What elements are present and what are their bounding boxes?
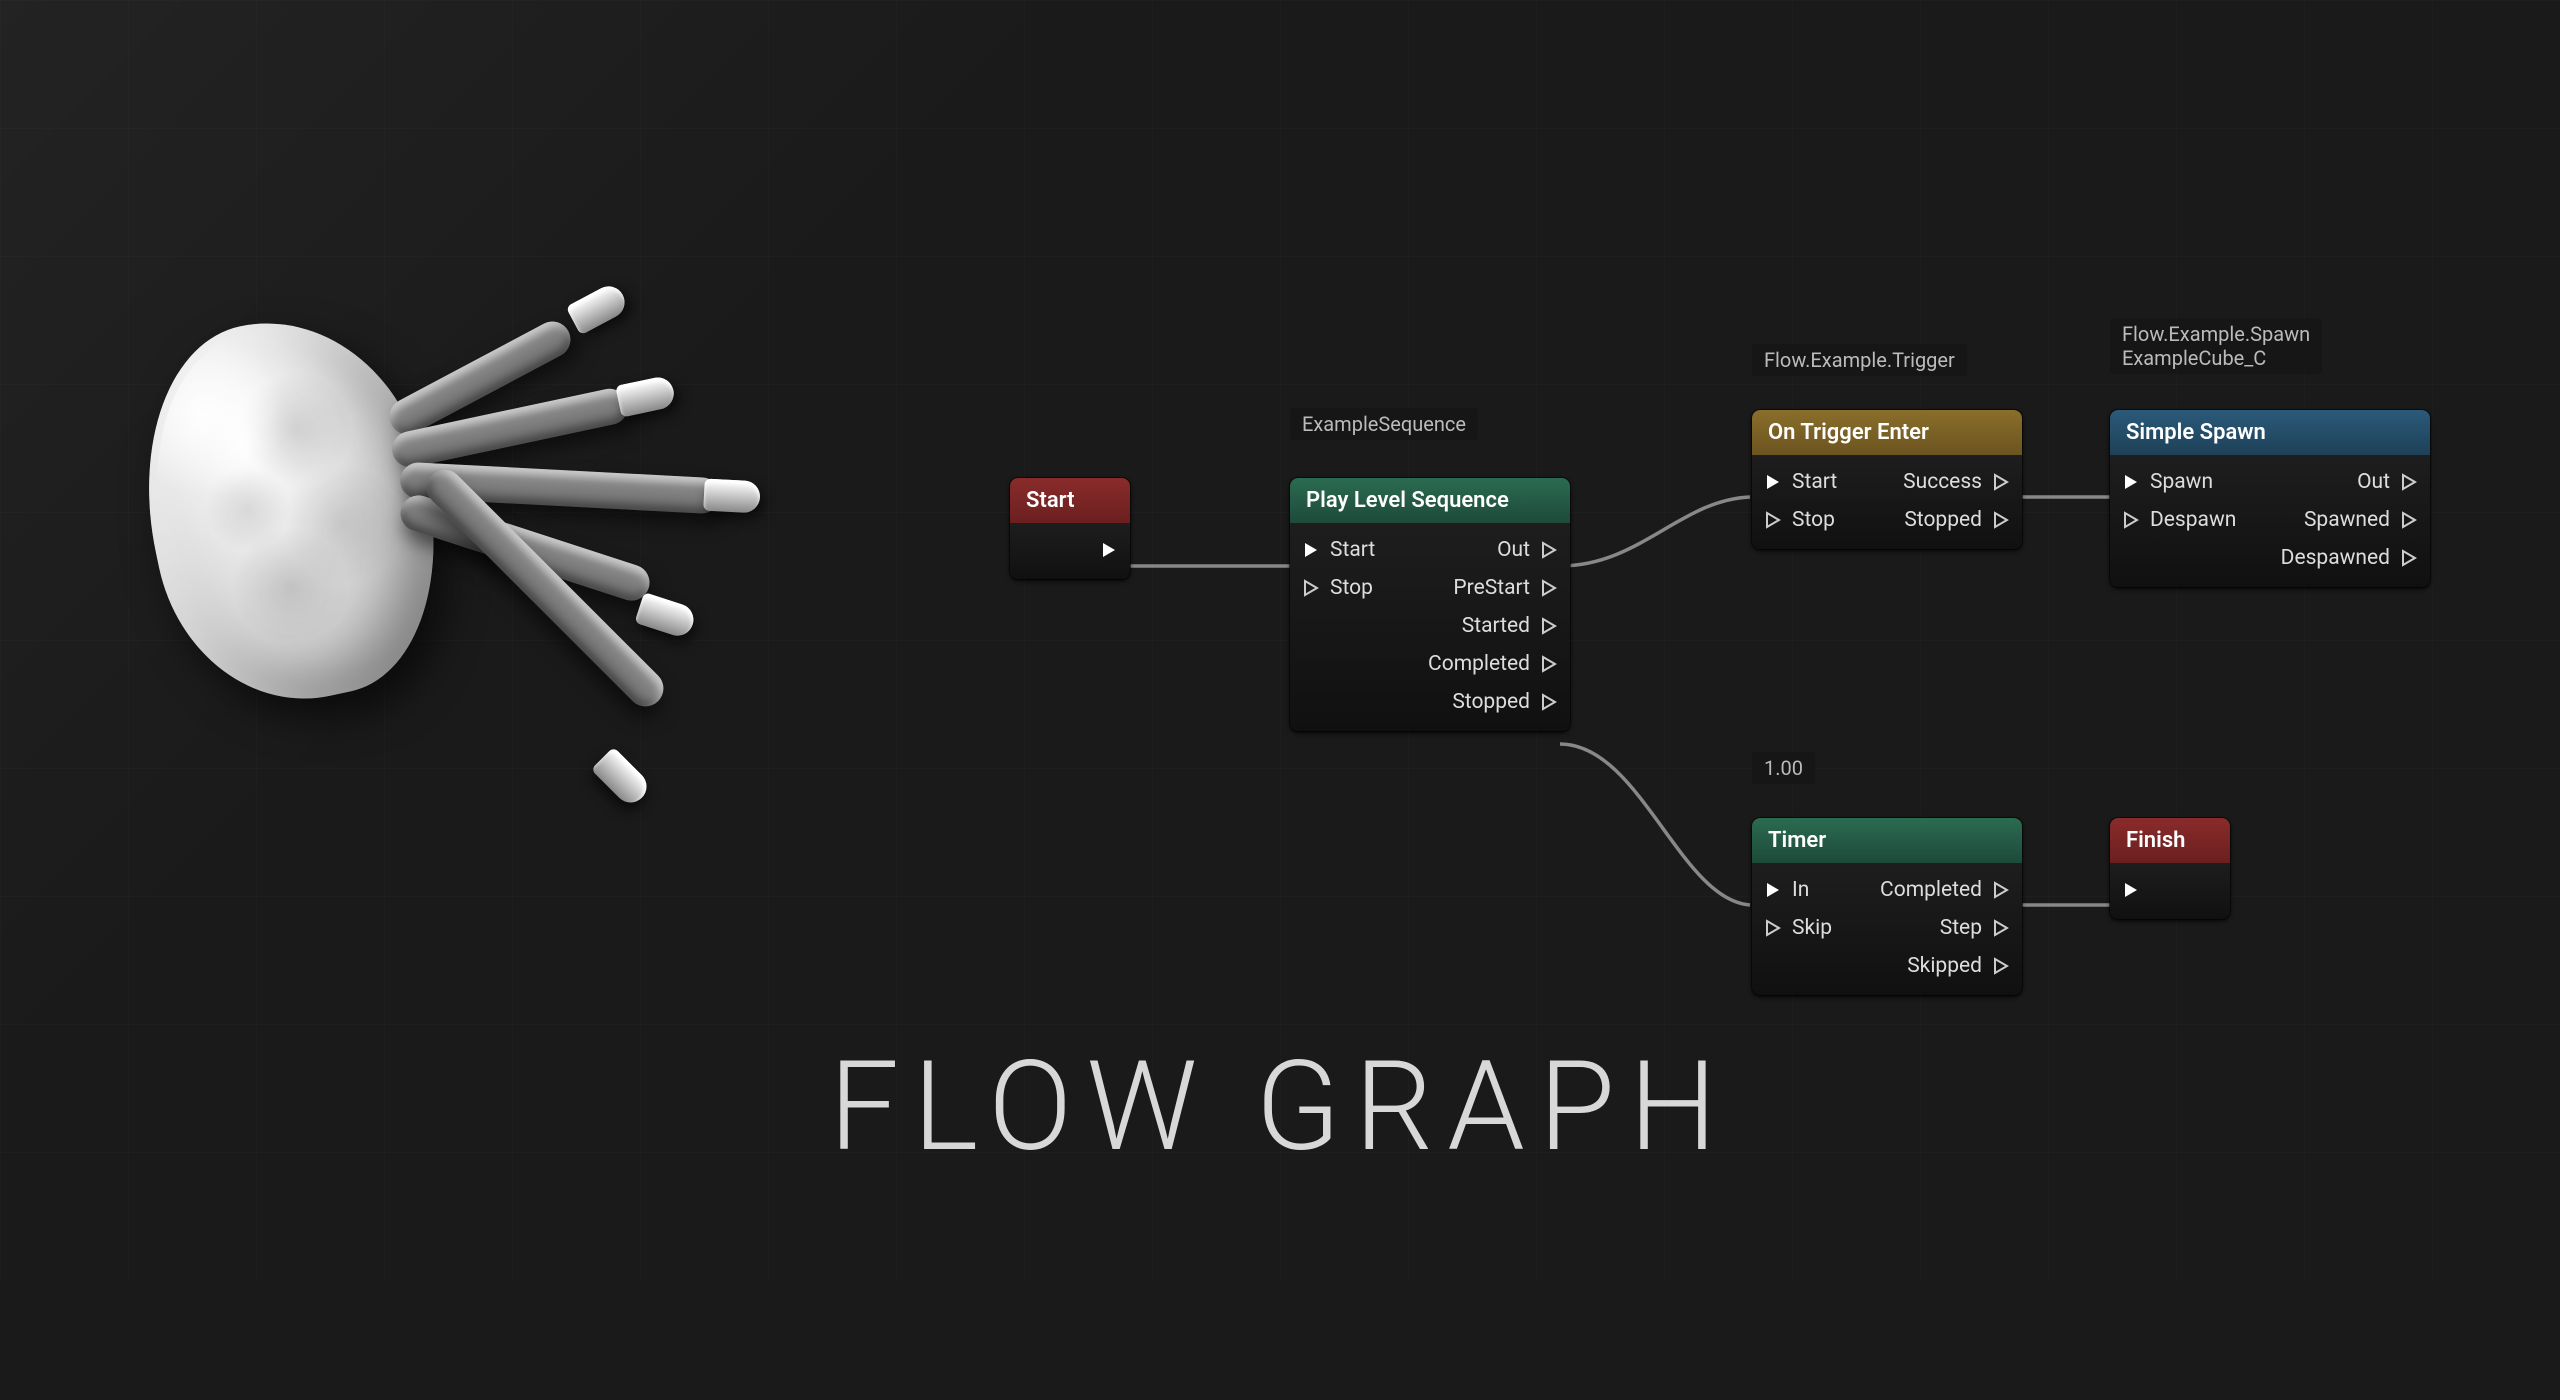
node-title: Finish <box>2110 818 2230 863</box>
play-icon <box>1764 473 1782 491</box>
input-pin-in[interactable]: In <box>1764 878 1809 902</box>
play-outline-icon <box>1992 919 2010 937</box>
play-outline-icon <box>1540 579 1558 597</box>
output-pin-stopped[interactable]: Stopped <box>1904 508 2010 532</box>
play-outline-icon <box>2122 511 2140 529</box>
output-pin-stopped[interactable]: Stopped <box>1452 690 1558 714</box>
input-pin-start[interactable]: Start <box>1302 538 1375 562</box>
background-shine <box>0 0 1400 1400</box>
play-outline-icon <box>1540 541 1558 559</box>
node-timer[interactable]: Timer In Completed Skip Step <box>1752 818 2022 995</box>
output-pin-out[interactable]: Out <box>2357 470 2418 494</box>
play-outline-icon <box>1992 957 2010 975</box>
play-outline-icon <box>1540 617 1558 635</box>
input-pin-stop[interactable]: Stop <box>1302 576 1373 600</box>
output-pin-prestart[interactable]: PreStart <box>1453 576 1558 600</box>
input-pin-stop[interactable]: Stop <box>1764 508 1835 532</box>
page-title: FLOW GRAPH <box>829 1035 1731 1180</box>
output-pin-started[interactable]: Started <box>1462 614 1558 638</box>
node-on-trigger-enter[interactable]: On Trigger Enter Start Success Stop Stop… <box>1752 410 2022 549</box>
node-title: Start <box>1010 478 1130 523</box>
output-pin-completed[interactable]: Completed <box>1428 652 1558 676</box>
node-finish[interactable]: Finish <box>2110 818 2230 919</box>
timer-value-label: 1.00 <box>1752 752 1815 784</box>
play-outline-icon <box>2400 549 2418 567</box>
node-annotation: Flow.Example.Spawn ExampleCube_C <box>2110 318 2322 374</box>
play-outline-icon <box>1540 693 1558 711</box>
output-pin-skipped[interactable]: Skipped <box>1907 954 2010 978</box>
play-outline-icon <box>1992 881 2010 899</box>
play-outline-icon <box>1992 511 2010 529</box>
play-outline-icon <box>1764 511 1782 529</box>
node-title: Timer <box>1752 818 2022 863</box>
exec-out-pin[interactable] <box>1100 541 1118 559</box>
output-pin-success[interactable]: Success <box>1903 470 2010 494</box>
play-icon <box>2122 473 2140 491</box>
node-title: On Trigger Enter <box>1752 410 2022 455</box>
input-pin-despawn[interactable]: Despawn <box>2122 508 2236 532</box>
node-title: Play Level Sequence <box>1290 478 1570 523</box>
output-pin-completed[interactable]: Completed <box>1880 878 2010 902</box>
cable-plug <box>703 479 761 514</box>
play-outline-icon <box>2400 473 2418 491</box>
output-pin-spawned[interactable]: Spawned <box>2304 508 2418 532</box>
output-pin-step[interactable]: Step <box>1940 916 2010 940</box>
play-outline-icon <box>1302 579 1320 597</box>
play-icon <box>2122 881 2140 899</box>
output-pin-despawned[interactable]: Despawned <box>2281 546 2418 570</box>
play-outline-icon <box>1992 473 2010 491</box>
exec-in-pin[interactable] <box>2122 881 2140 899</box>
play-outline-icon <box>1540 655 1558 673</box>
input-pin-spawn[interactable]: Spawn <box>2122 470 2213 494</box>
node-title: Simple Spawn <box>2110 410 2430 455</box>
output-pin-out[interactable]: Out <box>1497 538 1558 562</box>
play-outline-icon <box>2400 511 2418 529</box>
play-icon <box>1100 541 1118 559</box>
play-outline-icon <box>1764 919 1782 937</box>
play-icon <box>1302 541 1320 559</box>
node-start[interactable]: Start <box>1010 478 1130 579</box>
input-pin-skip[interactable]: Skip <box>1764 916 1832 940</box>
node-simple-spawn[interactable]: Simple Spawn Spawn Out Despawn Spawned <box>2110 410 2430 587</box>
play-icon <box>1764 881 1782 899</box>
node-annotation: ExampleSequence <box>1290 408 1478 440</box>
node-annotation: Flow.Example.Trigger <box>1752 344 1967 376</box>
input-pin-start[interactable]: Start <box>1764 470 1837 494</box>
node-play-level-sequence[interactable]: Play Level Sequence Start Out Stop PreSt… <box>1290 478 1570 731</box>
